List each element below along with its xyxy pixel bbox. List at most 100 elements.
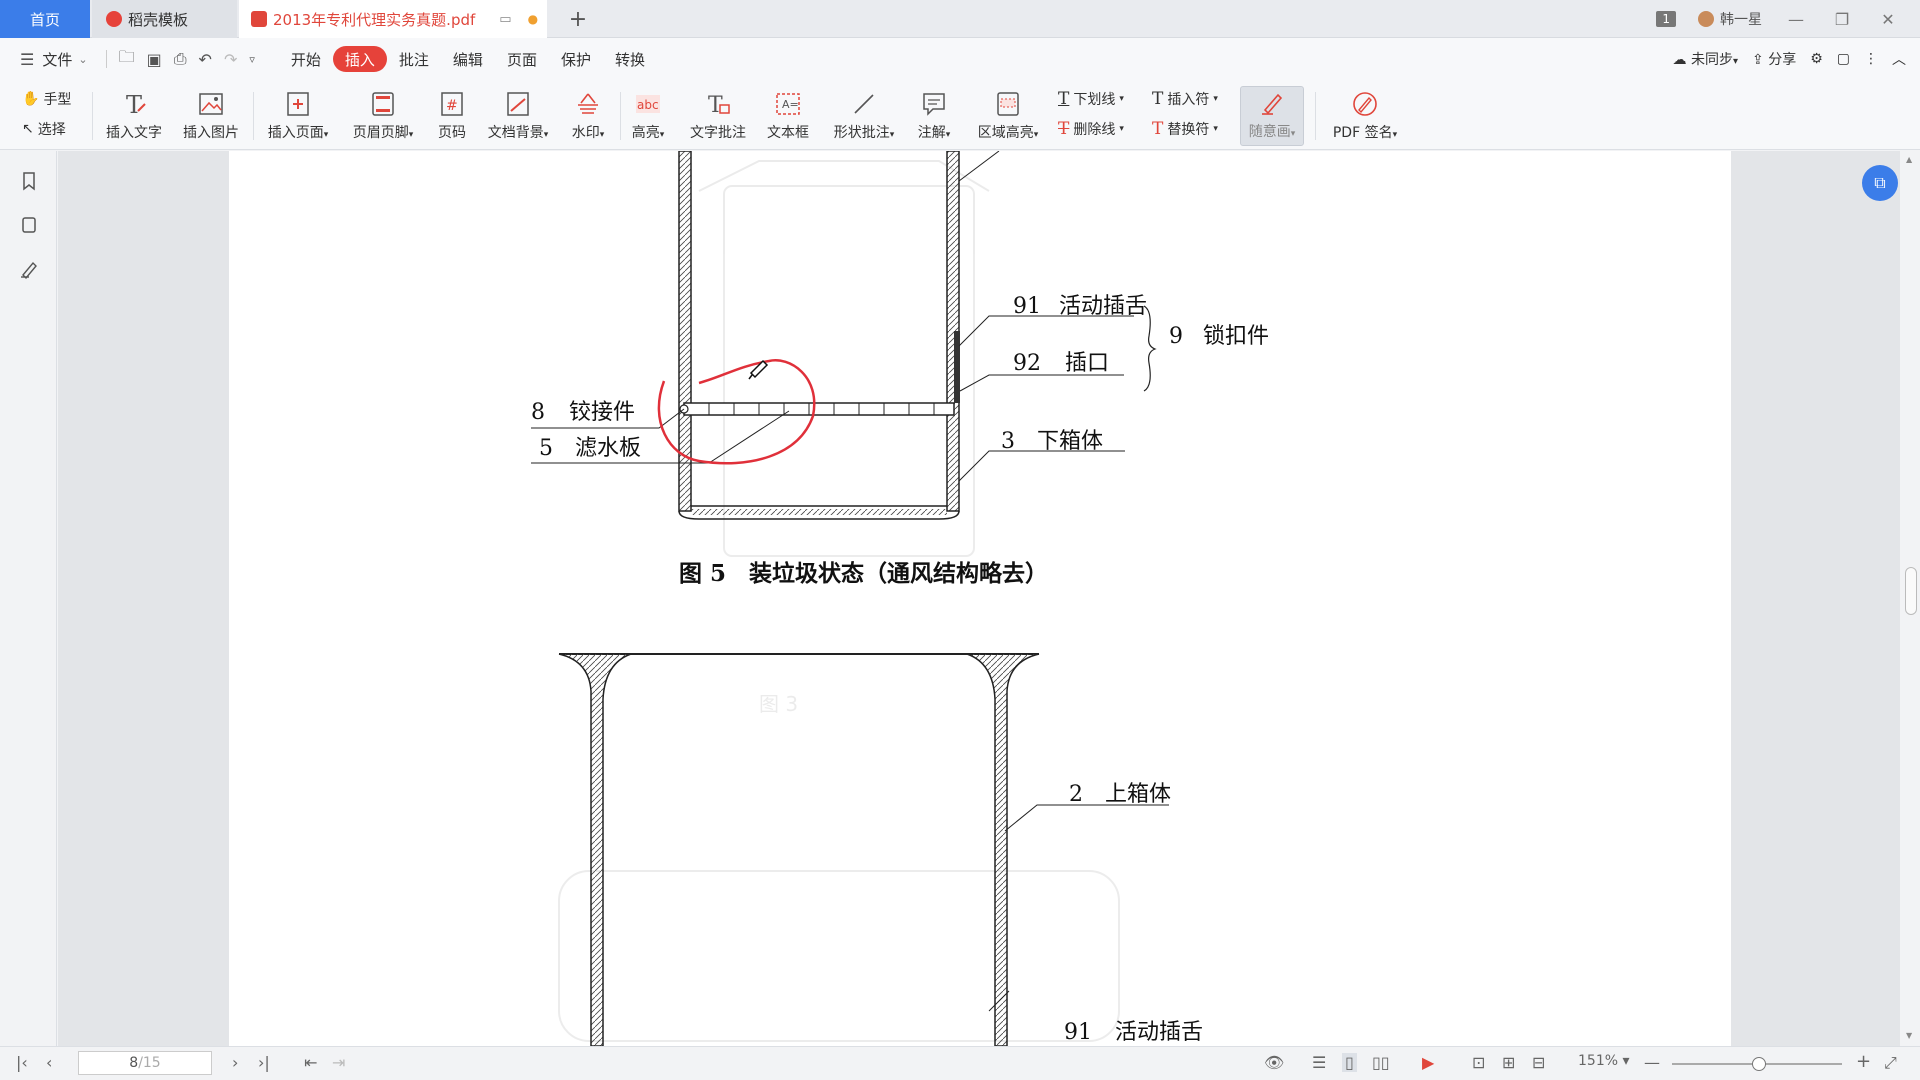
zoom-level[interactable]: 151% ▾ [1578, 1053, 1630, 1069]
share-button[interactable]: ⇪ 分享 [1752, 49, 1796, 69]
forward-view-icon[interactable]: ⇥ [332, 1053, 345, 1072]
share-icon: ⇪ [1752, 52, 1764, 68]
insert-image-button[interactable]: 插入图片 [180, 86, 242, 146]
watermark-button[interactable]: 水印▾ [566, 86, 610, 146]
fit-page-icon[interactable]: ⊞ [1502, 1053, 1515, 1072]
label-5-text: 滤水板 [575, 436, 641, 461]
menu-file[interactable]: 文件 ⌄ [40, 46, 99, 72]
menu-convert[interactable]: 转换 [603, 46, 657, 72]
quick-access-dropdown-icon[interactable]: ▿ [243, 53, 261, 66]
doc-background-button[interactable]: 文档背景▾ [482, 86, 554, 146]
user-account[interactable]: 韩一星 [1698, 9, 1762, 29]
insert-mark-button[interactable]: T 插入符 ▾ [1152, 86, 1218, 112]
tab-daoke-template[interactable]: 稻壳模板 [92, 0, 237, 38]
eye-protect-icon[interactable]: 👁 [1264, 1053, 1284, 1072]
close-icon[interactable]: ✕ [1876, 10, 1900, 29]
tab-pdf-document[interactable]: 2013年专利代理实务真题.pdf ▭ ● [239, 0, 547, 38]
insert-mark-icon: T [1152, 89, 1164, 109]
menu-page[interactable]: 页面 [495, 46, 549, 72]
highlight-button[interactable]: abc 高亮▾ [626, 86, 670, 146]
new-tab-button[interactable]: + [560, 0, 596, 38]
open-folder-icon[interactable]: 🗀 [113, 46, 141, 73]
replace-mark-button[interactable]: T 替换符 ▾ [1152, 116, 1218, 142]
hand-tool[interactable]: ✋ 手型 [22, 86, 71, 112]
settings-icon[interactable]: ⚙ [1810, 51, 1823, 67]
minimize-icon[interactable]: — [1784, 10, 1808, 29]
upper-box-drawing [558, 653, 1169, 1046]
dual-page-view-icon[interactable]: ▯▯ [1372, 1053, 1390, 1072]
menu-edit[interactable]: 编辑 [441, 46, 495, 72]
page-number-button[interactable]: # 页码 [432, 86, 472, 146]
scroll-down-icon[interactable]: ▼ [1906, 1031, 1912, 1040]
annotation-button[interactable]: 注解▾ [912, 86, 956, 146]
play-icon[interactable]: ▶ [1422, 1053, 1434, 1072]
watermark-label: 水印 [571, 125, 600, 141]
signature-panel-icon[interactable] [19, 259, 39, 279]
document-viewport[interactable]: 图 3 91 活动插舌 9 锁扣件 92 插口 8 铰接件 3 下箱体 5 滤水… [58, 151, 1900, 1046]
print-icon[interactable]: ⎙ [168, 49, 193, 69]
insert-mark-label: 插入符 [1167, 92, 1210, 108]
label-2-text: 上箱体 [1105, 782, 1171, 807]
single-page-view-icon[interactable]: ▯ [1342, 1053, 1357, 1072]
text-comment-button[interactable]: T 文字批注 [686, 86, 750, 146]
floating-translate-icon[interactable]: ⧉ [1862, 165, 1898, 201]
header-footer-icon [368, 90, 398, 118]
tab-home[interactable]: 首页 [0, 0, 90, 38]
menu-comment[interactable]: 批注 [387, 46, 441, 72]
first-page-icon[interactable]: |‹ [16, 1053, 28, 1072]
menu-insert[interactable]: 插入 [332, 46, 387, 72]
thumbnail-icon[interactable] [19, 215, 39, 235]
page-number-input[interactable]: 8/15 [78, 1051, 212, 1075]
fullscreen-icon[interactable]: ⤢ [1884, 1053, 1897, 1073]
pdf-sign-button[interactable]: PDF 签名▾ [1326, 86, 1404, 146]
insert-image-label: 插入图片 [183, 125, 239, 141]
freehand-draw-button[interactable]: 随意画▾ [1240, 86, 1304, 146]
zoom-slider-thumb[interactable] [1752, 1057, 1766, 1071]
text-box-icon: A= [773, 90, 803, 118]
actual-size-icon[interactable]: ⊡ [1472, 1053, 1485, 1072]
hamburger-icon[interactable]: ☰ [14, 50, 40, 69]
more-icon[interactable]: ⋮ [1864, 51, 1878, 67]
redo-icon[interactable]: ↷ [218, 50, 243, 69]
insert-text-button[interactable]: T 插入文字 [104, 86, 164, 146]
undo-icon[interactable]: ↶ [193, 50, 218, 69]
zoom-out-icon[interactable]: — [1644, 1053, 1660, 1072]
area-highlight-label: 区域高亮 [977, 125, 1034, 141]
bookmark-icon[interactable] [19, 171, 39, 191]
vertical-scrollbar[interactable]: ▲ ▼ [1900, 151, 1920, 1046]
next-page-icon[interactable]: › [232, 1053, 238, 1072]
monitor-icon[interactable]: ▭ [499, 12, 511, 27]
menu-start[interactable]: 开始 [279, 46, 333, 72]
text-box-button[interactable]: A= 文本框 [764, 86, 812, 146]
insert-page-button[interactable]: 插入页面▾ [262, 86, 334, 146]
window-count-badge[interactable]: 1 [1656, 11, 1676, 27]
prev-page-icon[interactable]: ‹ [46, 1053, 52, 1072]
select-tool[interactable]: ↖ 选择 [22, 116, 66, 142]
sync-status[interactable]: ☁ 未同步▾ [1673, 49, 1738, 69]
hand-icon: ✋ [22, 91, 40, 107]
replace-mark-label: 替换符 [1167, 122, 1210, 138]
patent-figure: 图 3 91 活动插舌 9 锁扣件 92 插口 8 铰接件 3 下箱体 5 滤水… [531, 151, 1269, 1046]
menu-protect[interactable]: 保护 [549, 46, 603, 72]
back-view-icon[interactable]: ⇤ [304, 1053, 317, 1072]
area-highlight-button[interactable]: 区域高亮▾ [972, 86, 1044, 146]
tab-pdf-label: 2013年专利代理实务真题.pdf [273, 10, 476, 29]
menu-bar: ☰ 文件 ⌄ 🗀 ▣ ⎙ ↶ ↷ ▿ 开始 插入 批注 编辑 页面 保护 转换 ☁… [0, 38, 1920, 80]
save-icon[interactable]: ▣ [141, 50, 168, 69]
continuous-view-icon[interactable]: ☰ [1312, 1053, 1326, 1072]
header-footer-button[interactable]: 页眉页脚▾ [347, 86, 419, 146]
shape-comment-button[interactable]: 形状批注▾ [826, 86, 902, 146]
comment-panel-icon[interactable]: ▢ [1837, 51, 1850, 67]
last-page-icon[interactable]: ›| [258, 1053, 270, 1072]
strikethrough-button[interactable]: T 删除线 ▾ [1058, 116, 1124, 142]
pdf-sign-label: PDF 签名 [1332, 125, 1393, 141]
underline-button[interactable]: T 下划线 ▾ [1058, 86, 1124, 112]
restore-icon[interactable]: ❐ [1830, 10, 1854, 29]
scroll-up-icon[interactable]: ▲ [1906, 155, 1912, 164]
text-comment-label: 文字批注 [690, 125, 746, 141]
unsaved-dot-icon: ● [527, 12, 539, 26]
collapse-ribbon-icon[interactable]: ︿ [1892, 49, 1906, 69]
zoom-in-icon[interactable]: + [1856, 1051, 1871, 1072]
fit-width-icon[interactable]: ⊟ [1532, 1053, 1545, 1072]
scrollbar-thumb[interactable] [1905, 567, 1917, 615]
